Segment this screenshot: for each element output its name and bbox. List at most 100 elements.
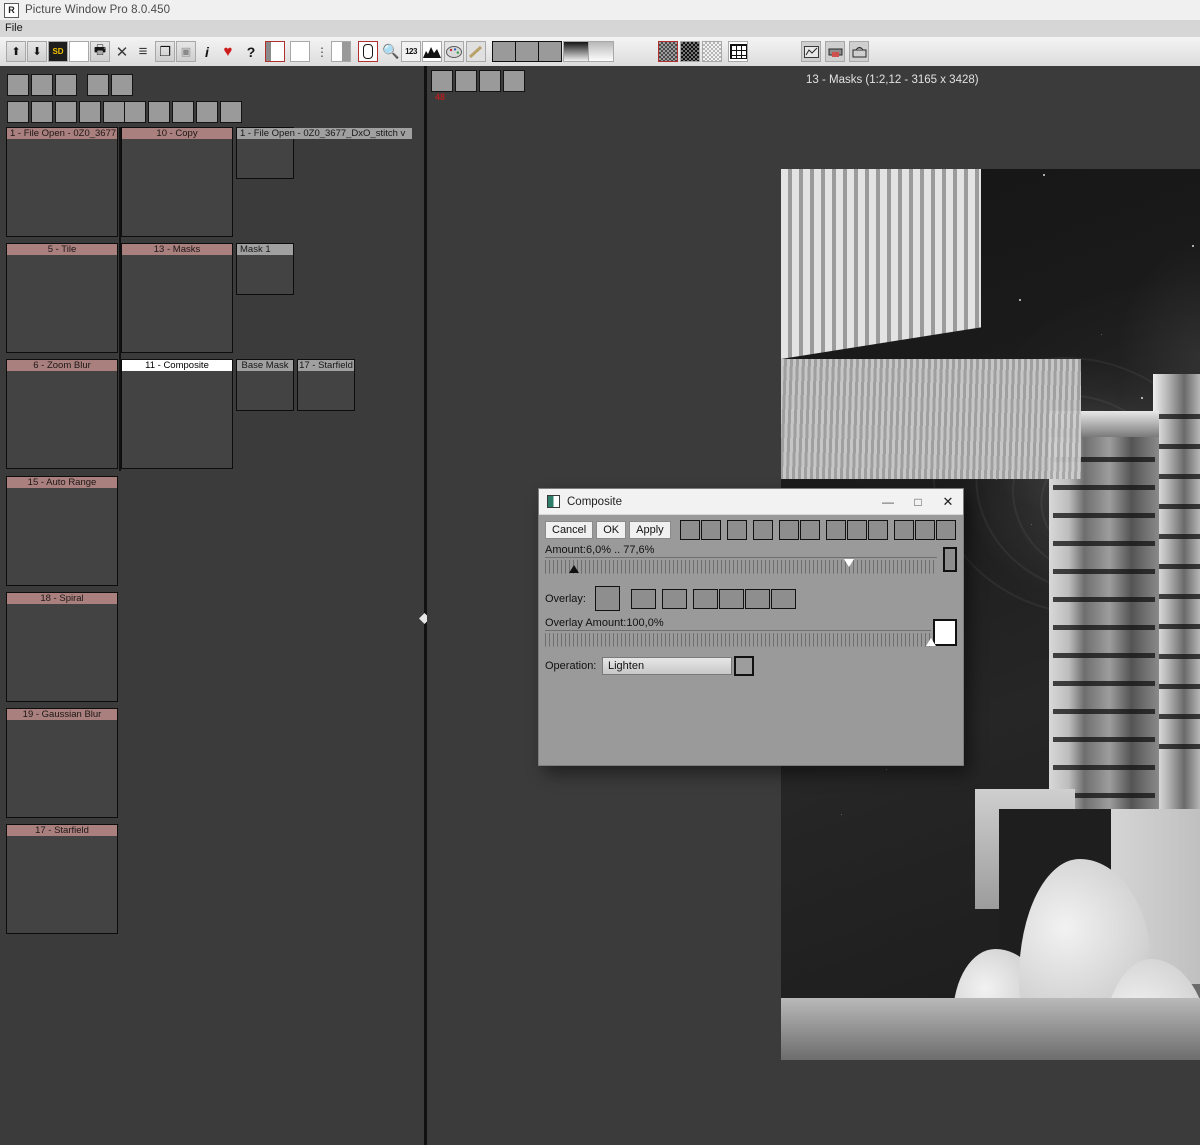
info-icon[interactable]: i <box>197 41 217 62</box>
tree-toolbtn-e[interactable] <box>111 74 133 96</box>
preset-button-6[interactable] <box>800 520 820 540</box>
preset-button-9[interactable] <box>868 520 888 540</box>
tree-node-spiral[interactable]: 18 - Spiral <box>6 592 118 702</box>
tree-toolbtn-a[interactable] <box>7 74 29 96</box>
operation-picker-button[interactable] <box>734 656 754 676</box>
palette-icon[interactable] <box>444 41 464 62</box>
close-icon[interactable]: ✕ <box>112 41 132 62</box>
view-toolbtn-1[interactable] <box>431 70 453 92</box>
preset-button-5[interactable] <box>779 520 799 540</box>
ok-button[interactable]: OK <box>596 521 626 539</box>
tree-node-base-mask[interactable]: Base Mask <box>236 359 294 411</box>
preset-button-3[interactable] <box>727 520 747 540</box>
tree-node-composite[interactable]: 11 - Composite <box>121 359 233 469</box>
tree-node-copy[interactable]: 10 - Copy <box>121 127 233 237</box>
tree-toolbtn-g[interactable] <box>31 101 53 123</box>
gradient-dark-icon[interactable] <box>563 41 589 62</box>
overlay-button-7[interactable] <box>771 589 796 609</box>
dual-panel-icon[interactable] <box>331 41 351 62</box>
preset-button-4[interactable] <box>753 520 773 540</box>
gradient-light-icon[interactable] <box>588 41 614 62</box>
mouse-pointer-icon[interactable] <box>358 41 378 62</box>
tree-toolbtn-m[interactable] <box>172 101 194 123</box>
save-image-icon[interactable]: ⬇ <box>27 41 47 62</box>
open-image-icon[interactable]: ⬆ <box>6 41 26 62</box>
close-button[interactable]: ✕ <box>933 489 963 514</box>
checker-mask-2-icon[interactable] <box>680 41 700 62</box>
tree-toolbtn-i[interactable] <box>79 101 101 123</box>
operation-select[interactable]: Lighten <box>602 657 732 675</box>
tree-node-starfield[interactable]: 17 - Starfield <box>6 824 118 934</box>
single-view-icon[interactable] <box>290 41 310 62</box>
printer-profile-icon[interactable] <box>825 41 845 62</box>
tree-toolbtn-k[interactable] <box>124 101 146 123</box>
tree-toolbtn-o[interactable] <box>220 101 242 123</box>
menu-item-file[interactable]: File <box>0 20 28 37</box>
tree-node-auto-range[interactable]: 15 - Auto Range <box>6 476 118 586</box>
checker-mask-3-icon[interactable] <box>702 41 722 62</box>
overlay-button-2[interactable] <box>631 589 656 609</box>
paste-icon[interactable]: ▣ <box>176 41 196 62</box>
tree-toolbtn-j[interactable] <box>103 101 125 123</box>
preset-button-2[interactable] <box>701 520 721 540</box>
help-icon[interactable]: ? <box>241 41 261 62</box>
tree-toolbtn-l[interactable] <box>148 101 170 123</box>
tree-toolbtn-d[interactable] <box>87 74 109 96</box>
cancel-button[interactable]: Cancel <box>545 521 593 539</box>
preset-button-11[interactable] <box>915 520 935 540</box>
tree-node-starfield-sub[interactable]: 17 - Starfield <box>297 359 355 411</box>
amount-slider[interactable] <box>545 557 937 574</box>
tree-toolbtn-f[interactable] <box>7 101 29 123</box>
tree-toolbtn-n[interactable] <box>196 101 218 123</box>
view-toolbtn-4[interactable] <box>503 70 525 92</box>
zoom-icon[interactable]: 🔍 <box>381 41 401 62</box>
tree-toolbtn-h[interactable] <box>55 101 77 123</box>
histogram-icon[interactable] <box>422 41 442 62</box>
maximize-button[interactable]: □ <box>903 489 933 514</box>
amount-high-handle[interactable] <box>844 559 854 567</box>
thumbnail-strip-icon[interactable]: ⋮ <box>312 41 332 62</box>
preset-button-10[interactable] <box>894 520 914 540</box>
tree-node-file-open-1[interactable]: 1 - File Open - 0Z0_3677 <box>6 127 118 237</box>
overlay-button-3[interactable] <box>662 589 687 609</box>
overlay-button-6[interactable] <box>745 589 770 609</box>
split-view-left-icon[interactable] <box>265 41 285 62</box>
view-toolbtn-2[interactable] <box>455 70 477 92</box>
print-icon[interactable]: 🖶 <box>90 41 110 62</box>
overlay-button-1[interactable] <box>595 586 620 611</box>
apply-button[interactable]: Apply <box>629 521 671 539</box>
tree-node-mask-1[interactable]: Mask 1 <box>236 243 294 295</box>
gray-swatch-3-icon[interactable] <box>538 41 562 62</box>
overlay-amount-handle[interactable] <box>926 638 936 646</box>
eyedropper-icon[interactable] <box>466 41 486 62</box>
minimize-button[interactable]: — <box>873 489 903 514</box>
tree-node-tile[interactable]: 5 - Tile <box>6 243 118 353</box>
overlay-color-swatch[interactable] <box>933 619 957 646</box>
tree-node-file-open-stitch[interactable]: 1 - File Open - 0Z0_3677_DxO_stitch v <box>236 127 294 179</box>
numeric-readout-icon[interactable]: 123 <box>401 41 421 62</box>
overlay-button-4[interactable] <box>693 589 718 609</box>
tree-node-masks[interactable]: 13 - Masks <box>121 243 233 353</box>
gray-swatch-2-icon[interactable] <box>515 41 539 62</box>
overlay-amount-slider[interactable] <box>545 630 931 647</box>
tree-node-zoom-blur[interactable]: 6 - Zoom Blur <box>6 359 118 469</box>
favorite-heart-icon[interactable]: ♥ <box>218 41 238 62</box>
sd-card-icon[interactable]: SD <box>48 41 68 62</box>
soft-proof-icon[interactable] <box>849 41 869 62</box>
new-blank-icon[interactable] <box>69 41 89 62</box>
gray-swatch-1-icon[interactable] <box>492 41 516 62</box>
tree-toolbtn-c[interactable] <box>55 74 77 96</box>
composite-dialog[interactable]: Composite — □ ✕ Cancel OK Apply Amoun <box>538 488 964 766</box>
amount-low-handle[interactable] <box>569 565 579 573</box>
view-toolbtn-3[interactable] <box>479 70 501 92</box>
preset-button-8[interactable] <box>847 520 867 540</box>
amount-color-swatch[interactable] <box>943 547 957 572</box>
preset-button-1[interactable] <box>680 520 700 540</box>
overlay-button-5[interactable] <box>719 589 744 609</box>
tree-toolbtn-b[interactable] <box>31 74 53 96</box>
grid-icon[interactable] <box>728 41 748 62</box>
preset-button-7[interactable] <box>826 520 846 540</box>
list-icon[interactable]: ≡ <box>133 41 153 62</box>
tree-node-gaussian-blur[interactable]: 19 - Gaussian Blur <box>6 708 118 818</box>
preset-button-12[interactable] <box>936 520 956 540</box>
